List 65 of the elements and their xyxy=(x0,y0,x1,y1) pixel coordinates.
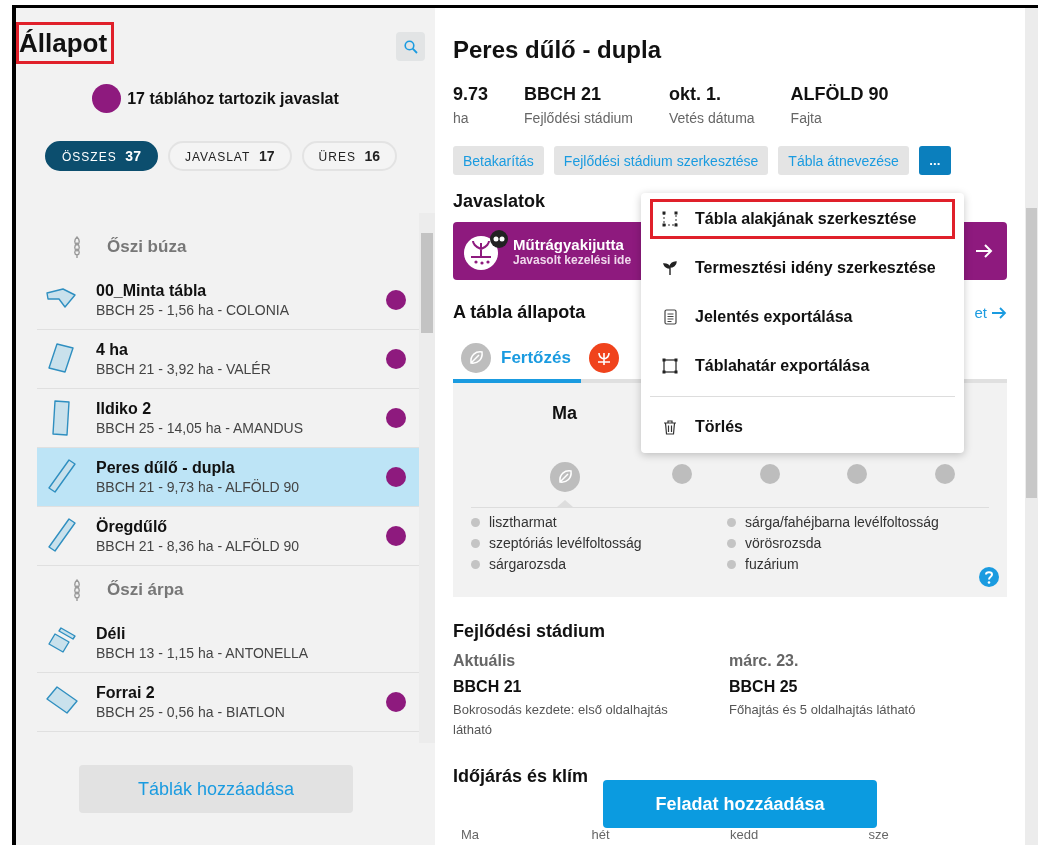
more-button[interactable]: ... xyxy=(918,146,951,175)
field-name: 4 ha xyxy=(96,341,129,359)
weekday-label: Ma xyxy=(460,827,481,842)
section-heading: Javaslatok xyxy=(453,191,547,212)
sidebar-title: Állapot xyxy=(16,22,115,64)
weekday-label: hét xyxy=(591,827,611,842)
stage-code: BBCH 25 xyxy=(729,678,799,696)
legend-label: szeptóriás levélfoltosság xyxy=(489,535,642,551)
stat-label: Fejlődési stádium xyxy=(524,110,633,126)
stage-description: Bokrosodás kezdete: első oldalhajtás látható xyxy=(453,701,669,739)
stat-label: Fajta xyxy=(790,110,823,126)
stage-date: Aktuális xyxy=(453,652,517,670)
filter-chip[interactable]: ÖSSZES 37 xyxy=(45,141,158,171)
field-details: BBCH 21 - 8,36 ha - ALFÖLD 90 xyxy=(96,538,301,554)
field-details: BBCH 25 - 14,05 ha - AMANDUS xyxy=(96,420,304,436)
field-details: BBCH 25 - 0,56 ha - BIATLON xyxy=(96,704,286,720)
field-name: Öregdűlő xyxy=(96,518,169,536)
section-heading: Fejlődési stádium xyxy=(453,621,607,642)
section-heading: A tábla állapota xyxy=(453,302,586,323)
menu-item[interactable]: Termesztési idény szerkesztése xyxy=(650,248,955,288)
field-name: Déli xyxy=(96,625,127,643)
legend-label: vörösrozsda xyxy=(745,535,822,551)
legend-label: sárga/fahéjbarna levélfoltosság xyxy=(745,514,939,530)
section-heading: Időjárás és klím xyxy=(453,766,590,787)
stat-label: ha xyxy=(453,110,470,126)
legend-label: lisztharmat xyxy=(489,514,557,530)
stat-value: BBCH 21 xyxy=(524,84,603,105)
field-row[interactable]: Déli BBCH 13 - 1,15 ha - ANTONELLA xyxy=(37,614,419,673)
field-name: Ildiko 2 xyxy=(96,400,153,418)
field-name: Peres dűlő - dupla xyxy=(96,459,236,477)
crop-heading: Őszi árpa xyxy=(107,580,184,600)
day-label: Ma xyxy=(552,403,578,424)
suggestion-summary: 17 táblához tartozik javaslat xyxy=(127,89,339,108)
stage-code: BBCH 21 xyxy=(453,678,523,696)
field-row[interactable]: Öregdűlő BBCH 21 - 8,36 ha - ALFÖLD 90 xyxy=(37,507,419,566)
stat-value: ALFÖLD 90 xyxy=(790,84,889,105)
menu-item[interactable]: Tábla alakjának szerkesztése xyxy=(650,199,955,239)
field-details: BBCH 21 - 3,92 ha - VALÉR xyxy=(96,361,272,377)
field-row[interactable]: Forrai 2 BBCH 25 - 0,56 ha - BIATLON xyxy=(37,673,419,732)
stat-value: 9.73 xyxy=(453,84,489,105)
field-details: BBCH 13 - 1,15 ha - ANTONELLA xyxy=(96,645,310,661)
weekday-label: sze xyxy=(868,827,890,842)
filter-chip[interactable]: JAVASLAT 17 xyxy=(167,141,292,171)
crop-heading: Őszi búza xyxy=(107,237,187,257)
legend-label: sárgarozsda xyxy=(489,556,567,572)
stat-label: Vetés dátuma xyxy=(669,110,755,126)
field-name: Forrai 2 xyxy=(96,684,156,702)
stage-description: Főhajtás és 5 oldalhajtás látható xyxy=(729,701,917,719)
stat-value: okt. 1. xyxy=(669,84,722,105)
filter-chip[interactable]: ÜRES 16 xyxy=(301,141,398,171)
menu-item[interactable]: Törlés xyxy=(650,407,955,447)
field-details: BBCH 25 - 1,56 ha - COLONIA xyxy=(96,302,290,318)
banner-subtitle: Javasolt kezelési ide xyxy=(513,252,633,267)
field-details: BBCH 21 - 9,73 ha - ALFÖLD 90 xyxy=(96,479,301,495)
legend-label: fuzárium xyxy=(745,556,799,572)
weekday-label: kedd xyxy=(730,827,760,842)
menu-item[interactable]: Táblahatár exportálása xyxy=(650,346,955,386)
field-row[interactable]: 00_Minta tábla BBCH 25 - 1,56 ha - COLONIA xyxy=(37,271,419,330)
stage-date: márc. 23. xyxy=(729,652,800,670)
menu-item[interactable]: Jelentés exportálása xyxy=(650,297,955,337)
field-row[interactable]: Peres dűlő - dupla BBCH 21 - 9,73 ha - ALFÖLD 90 xyxy=(37,448,419,507)
banner-title: Műtrágyakijutta xyxy=(513,235,625,253)
field-title: Peres dűlő - dupla xyxy=(453,36,663,64)
field-name: 00_Minta tábla xyxy=(96,282,208,300)
field-row[interactable]: 4 ha BBCH 21 - 3,92 ha - VALÉR xyxy=(37,330,419,389)
